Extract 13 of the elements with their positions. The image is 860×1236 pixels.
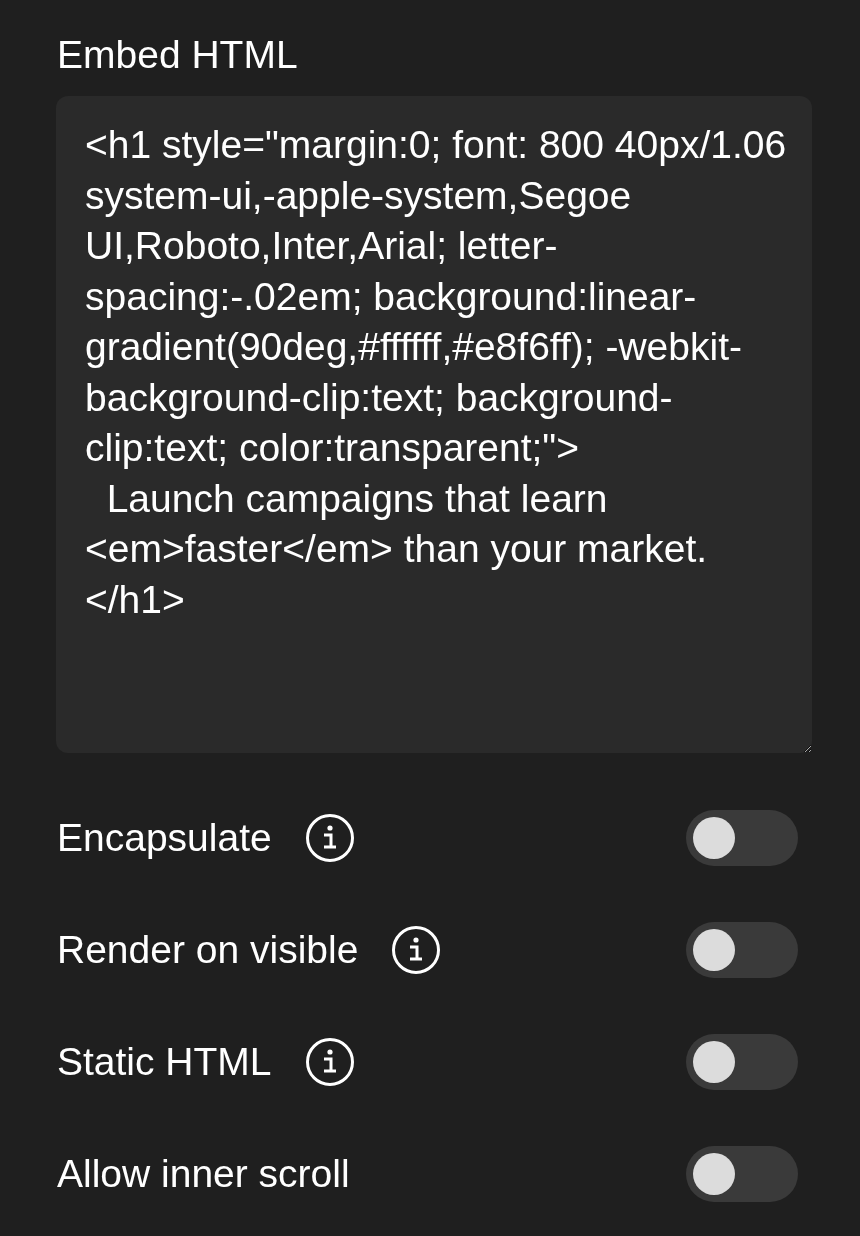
- option-label: Static HTML: [57, 1040, 272, 1084]
- option-label: Render on visible: [57, 928, 359, 972]
- toggle-switch[interactable]: [686, 1146, 798, 1202]
- option-label: Encapsulate: [57, 816, 272, 860]
- option-label: Allow inner scroll: [57, 1152, 350, 1196]
- toggle-switch[interactable]: [686, 1034, 798, 1090]
- toggle-switch[interactable]: [686, 810, 798, 866]
- info-icon[interactable]: [392, 926, 441, 974]
- section-title: Embed HTML: [57, 32, 299, 78]
- info-icon[interactable]: [305, 1038, 354, 1086]
- toggle-switch[interactable]: [686, 922, 798, 978]
- info-icon[interactable]: [305, 814, 354, 862]
- html-code-field[interactable]: <h1 style="margin:0; font: 800 40px/1.06 system-ui,-apple-system,Segoe UI,Roboto,Inter,Arial; letter-spacing:-.02em; background:linear-gradient(90deg,#ffffff,#e8f6ff); -webkit-background-clip:text; background-clip:text; color:transparent;"> Launch campaigns that learn <em>faster</em> than your market. </h1>: [56, 96, 812, 753]
